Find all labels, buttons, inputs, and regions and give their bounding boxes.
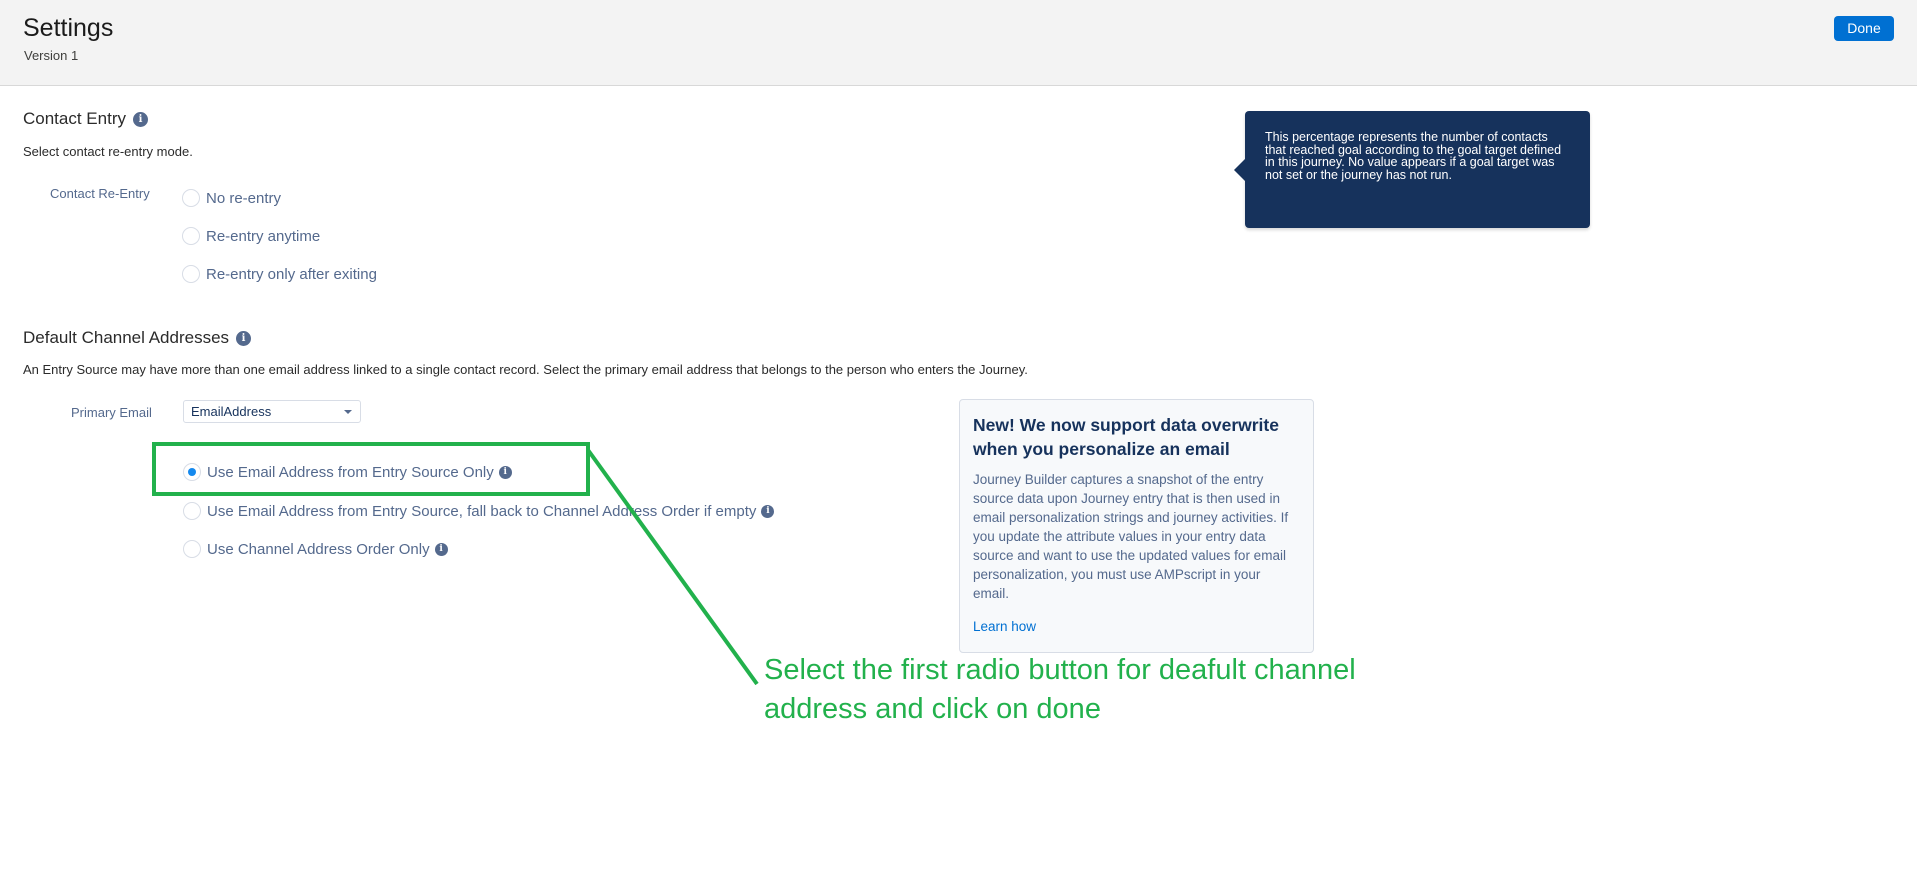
annotation-arrow-line — [586, 448, 759, 686]
annotation-text: Select the first radio button for deaful… — [764, 654, 1356, 725]
annotation-line — [586, 448, 759, 686]
